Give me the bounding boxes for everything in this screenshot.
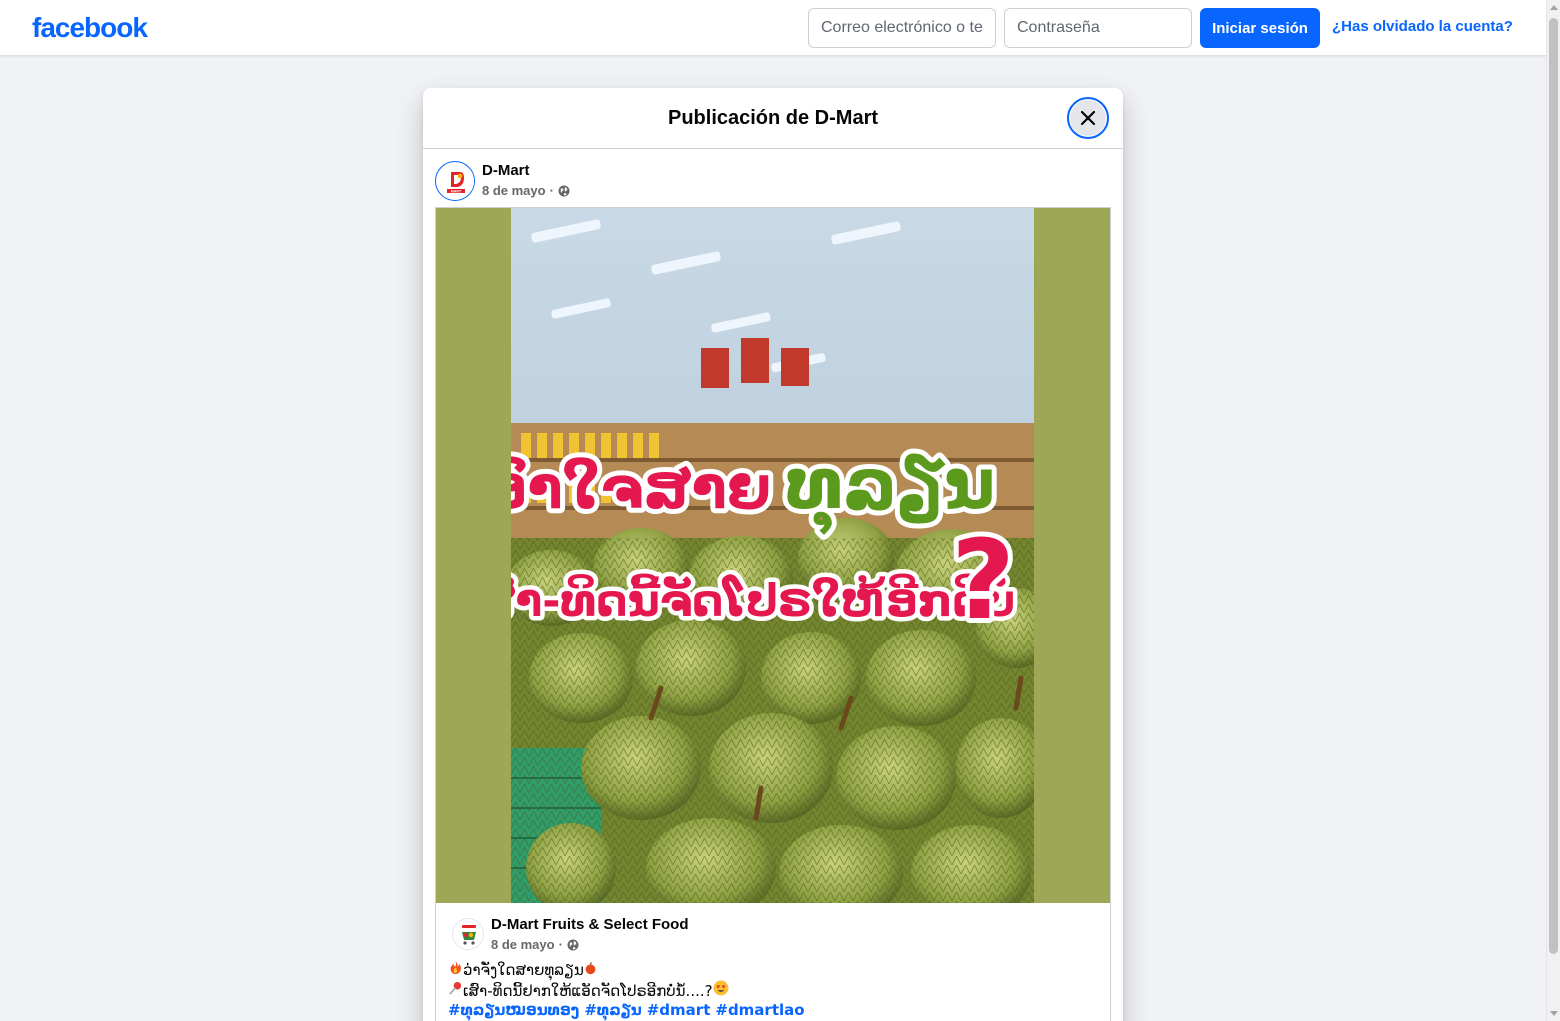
shared-post-author[interactable]: D-Mart Fruits & Select Food [491, 916, 689, 933]
caption-line-1: ວ່າຈັ່ງໃດສາຍທຸລຽນ [448, 960, 729, 980]
caption-text-2: ເສົາ-ທິດນີ້ຢາກໃຫ້ແອັດຈັດໂປຣອີກບໍ່ນໍ້....… [463, 982, 713, 1000]
hashtag-link[interactable]: #dmartlao [715, 1000, 804, 1020]
login-button[interactable]: Iniciar sesión [1200, 8, 1320, 48]
headline-line2: ເສົາ-ທິດນີ້ຈັດໂປຣໃຫ້ອີກດີບໍ່ [511, 573, 1016, 627]
close-dialog-button[interactable] [1067, 97, 1109, 139]
hashtag-link[interactable]: #ທຸລຽນໝອນທອງ [448, 1000, 579, 1020]
svg-text:MART: MART [451, 190, 462, 194]
caption-text-1: ວ່າຈັ່ງໃດສາຍທຸລຽນ [463, 961, 584, 979]
forgot-account-link[interactable]: ¿Has olvidado la cuenta? [1332, 18, 1513, 35]
post-date[interactable]: 8 de mayo [482, 183, 546, 198]
globe-icon [567, 939, 579, 951]
top-navigation-bar: facebook Iniciar sesión ¿Has olvidado la… [0, 0, 1546, 56]
shared-page-avatar[interactable] [452, 918, 484, 950]
post-author[interactable]: D-Mart [482, 162, 530, 179]
scroll-thumb[interactable] [1549, 18, 1558, 954]
dialog-title: Publicación de D-Mart [667, 107, 879, 129]
hashtag-list: #ທຸລຽນໝອນທອງ #ທຸລຽນ #dmart #dmartlao [448, 1000, 805, 1020]
headline-line1: ເອົາໃຈສາຍ [511, 454, 771, 522]
durian-photo: ເອົາໃຈສາຍ ທຸລຽນ ເສົາ-ທິດນີ້ຈັດໂປຣໃຫ້ອີກດ… [511, 208, 1034, 903]
caption-line-2: ເສົາ-ທິດນີ້ຢາກໃຫ້ແອັດຈັດໂປຣອີກບໍ່ນໍ້....… [448, 980, 729, 1001]
meta-separator: · [549, 183, 554, 198]
shared-meta-separator: · [558, 937, 563, 952]
shared-post-date[interactable]: 8 de mayo [491, 937, 555, 952]
email-input[interactable] [808, 8, 996, 48]
durian-emoji [584, 960, 597, 980]
hashtag-link[interactable]: #ທຸລຽນ [584, 1000, 641, 1020]
dmart-logo-icon: MART [437, 163, 474, 200]
page-avatar[interactable]: MART [435, 161, 475, 201]
dialog-header: Publicación de D-Mart [423, 88, 1123, 149]
post-image[interactable]: ເອົາໃຈສາຍ ທຸລຽນ ເສົາ-ທິດນີ້ຈັດໂປຣໃຫ້ອີກດ… [436, 208, 1110, 903]
shared-post-card[interactable]: ເອົາໃຈສາຍ ທຸລຽນ ເສົາ-ທິດນີ້ຈັດໂປຣໃຫ້ອີກດ… [435, 207, 1111, 1021]
close-icon [1080, 110, 1096, 126]
heart-eyes-emoji [713, 980, 729, 1001]
post-caption: ວ່າຈັ່ງໃດສາຍທຸລຽນ ເສົາ-ທິດນີ້ຢາກໃຫ້ແອັດຈ… [448, 960, 729, 1001]
password-input[interactable] [1004, 8, 1192, 48]
hashtag-link[interactable]: #dmart [647, 1000, 711, 1020]
globe-icon [558, 185, 570, 197]
page-scrollbar[interactable] [1546, 0, 1560, 1021]
dmart-fruits-logo-icon [454, 920, 483, 949]
post-meta: 8 de mayo · [482, 183, 570, 198]
headline-question-mark: ? [951, 516, 1015, 644]
scroll-up-arrow[interactable] [1550, 5, 1558, 10]
facebook-logo[interactable]: facebook [32, 12, 148, 44]
durian-promo-image: ເອົາໃຈສາຍ ທຸລຽນ ເສົາ-ທິດນີ້ຈັດໂປຣໃຫ້ອີກດ… [511, 208, 1034, 903]
pin-emoji [448, 981, 463, 1001]
fire-emoji [448, 960, 463, 980]
post-dialog: Publicación de D-Mart MART D-Mart 8 de m… [423, 88, 1123, 1021]
shared-post-meta: 8 de mayo · [491, 937, 579, 952]
scroll-down-arrow[interactable] [1550, 1011, 1558, 1016]
